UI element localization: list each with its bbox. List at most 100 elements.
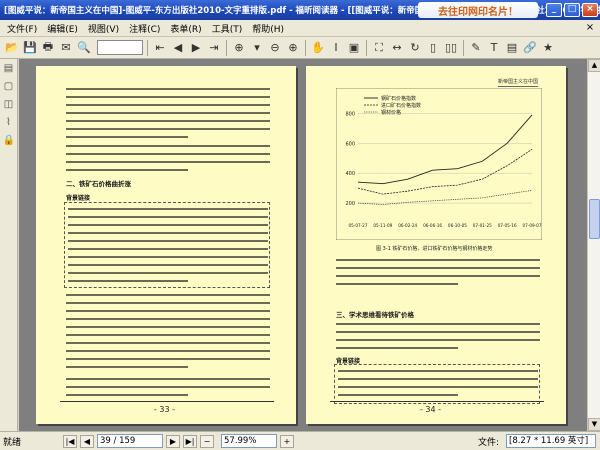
menu-help[interactable]: 帮助(H) (247, 22, 289, 35)
single-page-icon[interactable]: ▯ (425, 40, 441, 56)
x-tick-label: 07-05-16 (498, 223, 517, 228)
stamp-icon[interactable]: ▤ (504, 40, 520, 56)
x-tick-label: 07-09-07 (522, 223, 541, 228)
first-page-icon[interactable]: ⇤ (152, 40, 168, 56)
doc-close-icon[interactable]: × (584, 22, 596, 34)
body-text-line (336, 339, 540, 341)
page-right: 新帝国主义在中国 钢矿石价格指数 进口矿石价格指数 钢材价格 800 600 400 20… (306, 66, 566, 424)
find-icon[interactable]: 🔍 (76, 40, 92, 56)
body-text-line (68, 256, 268, 258)
x-tick-label: 05-11-09 (373, 223, 392, 228)
body-text-line (66, 386, 270, 388)
body-text-line (68, 264, 268, 266)
attachments-icon[interactable]: ⌇ (3, 117, 15, 129)
window-controls: _ □ × (546, 3, 598, 17)
x-tick-label: 07-01-25 (473, 223, 492, 228)
menu-edit[interactable]: 编辑(E) (42, 22, 83, 35)
vertical-scrollbar[interactable]: ▲ ▼ (587, 59, 600, 431)
scroll-down-icon[interactable]: ▼ (588, 418, 600, 431)
link-icon[interactable]: 🔗 (522, 40, 538, 56)
scroll-thumb[interactable] (589, 199, 600, 239)
body-text-line (66, 342, 270, 344)
fit-width-icon[interactable]: ↔ (389, 40, 405, 56)
zoom-out-plus-icon[interactable]: ⊕ (285, 40, 301, 56)
select-text-icon[interactable]: Ⅰ (328, 40, 344, 56)
prev-page-icon[interactable]: ◀ (170, 40, 186, 56)
legend-label: 钢材价格 (381, 109, 401, 116)
body-text-line (336, 347, 459, 349)
menu-view[interactable]: 视图(V) (83, 22, 124, 35)
document-viewport[interactable]: 二、铁矿石价格曲折涨 背景链接 - 33 - 新帝国主义在中国 钢矿石价格指数进… (19, 59, 587, 431)
body-text-line (338, 386, 538, 388)
body-text-line (336, 323, 540, 325)
body-text-line (68, 224, 268, 226)
page-number-field[interactable]: 39 / 159 (97, 434, 163, 448)
snapshot-icon[interactable]: ▣ (346, 40, 362, 56)
scroll-up-icon[interactable]: ▲ (588, 59, 600, 72)
body-text-line (68, 280, 188, 282)
minimize-button[interactable]: _ (546, 3, 562, 17)
next-page-button[interactable]: ▶ (166, 434, 180, 448)
prev-page-button[interactable]: ◀ (80, 434, 94, 448)
body-text-line (66, 302, 270, 304)
last-page-icon[interactable]: ⇥ (206, 40, 222, 56)
menu-form[interactable]: 表单(R) (165, 22, 206, 35)
body-text-line (66, 334, 270, 336)
price-chart: 钢矿石价格指数进口矿石价格指数钢材价格 800 600 400 200 05-07-2… (336, 88, 542, 240)
promo-banner[interactable]: 去往印网印名片！ (418, 2, 538, 18)
zoom-dropdown-icon[interactable]: ▾ (249, 40, 265, 56)
body-text-line (68, 208, 268, 210)
maximize-button[interactable]: □ (564, 3, 580, 17)
body-text-line (336, 331, 540, 333)
body-text-line (66, 378, 270, 380)
body-text-line (66, 128, 270, 130)
section-subhead: 背景链接 (66, 195, 91, 202)
page-number: - 33 - (154, 405, 176, 414)
x-tick-label: 06-06-16 (423, 223, 442, 228)
layers-icon[interactable]: ◫ (3, 99, 15, 111)
menu-file[interactable]: 文件(F) (2, 22, 42, 35)
pages-icon[interactable]: ▢ (3, 81, 15, 93)
zoom-out-icon[interactable]: ⊖ (267, 40, 283, 56)
zoom-in-button[interactable]: + (280, 434, 294, 448)
highlight-icon[interactable]: T (486, 40, 502, 56)
comment-icon[interactable]: ✎ (468, 40, 484, 56)
status-text: 就绪 (3, 437, 22, 448)
rotate-icon[interactable]: ↻ (407, 40, 423, 56)
title-bar: [图威平说：新帝国主义在中国]-图威平-东方出版社2010-文字重排版.pdf … (0, 0, 600, 20)
body-text-line (336, 275, 540, 277)
print-icon[interactable]: 🖶 (40, 40, 56, 56)
close-button[interactable]: × (582, 3, 598, 17)
next-page-icon[interactable]: ▶ (188, 40, 204, 56)
fit-page-icon[interactable]: ⛶ (371, 40, 387, 56)
toolbar: 📂 💾 🖶 ✉ 🔍 ⇤ ◀ ▶ ⇥ ⊕ ▾ ⊖ ⊕ ✋ Ⅰ ▣ ⛶ ↔ ↻ ▯ … (0, 37, 600, 59)
body-text-line (66, 366, 189, 368)
hand-tool-icon[interactable]: ✋ (310, 40, 326, 56)
bookmarks-icon[interactable]: ▤ (3, 63, 15, 75)
body-text-line (66, 136, 189, 138)
background-box (64, 202, 270, 288)
save-icon[interactable]: 💾 (22, 40, 38, 56)
body-text-line (66, 169, 189, 171)
chart-caption: 图 3-1 铁矿石价格、进口铁矿石价格与钢材价格走势 (376, 246, 493, 252)
two-page-icon[interactable]: ▯▯ (443, 40, 459, 56)
body-text-line (66, 120, 270, 122)
open-icon[interactable]: 📂 (4, 40, 20, 56)
body-text-line (66, 112, 270, 114)
last-page-button[interactable]: ▶| (183, 434, 197, 448)
x-tick-label: 06-10-05 (448, 223, 467, 228)
bookmark-icon[interactable]: ★ (540, 40, 556, 56)
zoom-in-icon[interactable]: ⊕ (231, 40, 247, 56)
security-icon[interactable]: 🔒 (3, 135, 15, 147)
file-label: 文件: (478, 438, 500, 448)
email-icon[interactable]: ✉ (58, 40, 74, 56)
menu-comment[interactable]: 注释(C) (124, 22, 165, 35)
zoom-field[interactable]: 57.99% (221, 434, 277, 448)
body-text-line (68, 248, 268, 250)
x-tick-label: 05-07-27 (348, 223, 367, 228)
y-tick-label: 800 (345, 111, 355, 117)
first-page-button[interactable]: |◀ (63, 434, 77, 448)
search-input[interactable] (97, 40, 143, 55)
menu-tools[interactable]: 工具(T) (207, 22, 248, 35)
zoom-out-button[interactable]: − (200, 434, 214, 448)
